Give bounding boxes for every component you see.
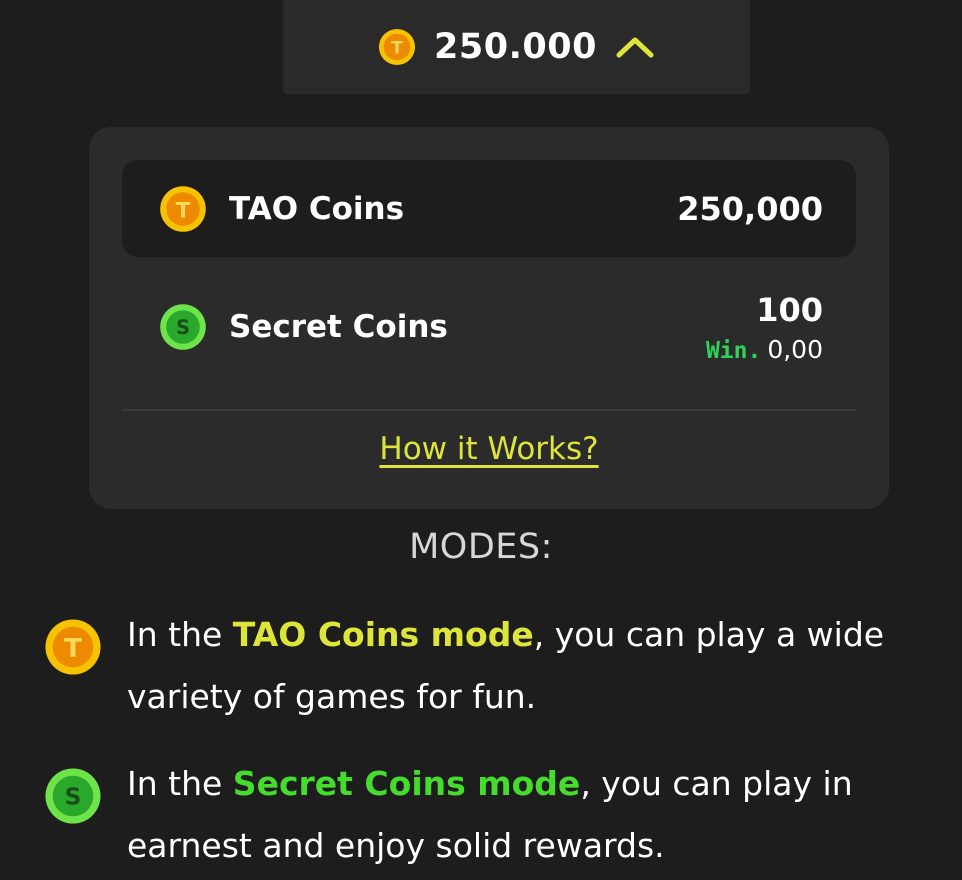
win-label: Win. bbox=[705, 337, 762, 364]
mode-description-tao: T In the TAO Coins mode, you can play a … bbox=[44, 614, 934, 728]
svg-text:T: T bbox=[64, 634, 82, 664]
mode-secret-prefix: In the bbox=[127, 764, 233, 803]
secret-coins-label: Secret Coins bbox=[229, 309, 448, 345]
tao-coin-icon: T bbox=[44, 618, 102, 676]
mode-tao-highlight: TAO Coins mode bbox=[232, 615, 534, 654]
mode-text-secret: In the Secret Coins mode, you can play i… bbox=[127, 753, 934, 877]
mode-tao-prefix: In the bbox=[127, 615, 233, 654]
secret-coins-value: 100 bbox=[756, 290, 823, 329]
secret-coin-icon: S bbox=[44, 767, 102, 825]
chevron-up-icon bbox=[615, 35, 655, 59]
divider bbox=[122, 409, 856, 411]
tao-coin-icon: T bbox=[378, 28, 416, 66]
secret-coins-values: 100 Win. 0,00 bbox=[706, 291, 823, 364]
svg-text:T: T bbox=[176, 198, 191, 223]
how-it-works-link[interactable]: How it Works? bbox=[89, 431, 889, 467]
wallet-panel: T TAO Coins 250,000 S Secret Coins 100 W… bbox=[89, 127, 889, 509]
balance-amount: 250.000 bbox=[434, 27, 597, 67]
svg-text:S: S bbox=[176, 316, 190, 339]
wallet-row-secret-coins[interactable]: S Secret Coins 100 Win. 0,00 bbox=[122, 267, 856, 387]
wallet-dropdown-screen: T 250.000 T TAO Coins 250,000 S Secret C… bbox=[0, 0, 962, 880]
svg-text:T: T bbox=[391, 39, 403, 59]
tao-coins-value: 250,000 bbox=[677, 189, 823, 228]
mode-secret-highlight: Secret Coins mode bbox=[232, 764, 581, 803]
secret-coins-win: Win. 0,00 bbox=[706, 335, 823, 364]
tao-coin-icon: T bbox=[159, 185, 207, 233]
win-value: 0,00 bbox=[767, 334, 823, 364]
wallet-row-tao-coins[interactable]: T TAO Coins 250,000 bbox=[122, 160, 856, 257]
modes-title: MODES: bbox=[409, 527, 553, 567]
svg-text:S: S bbox=[65, 784, 82, 811]
secret-coin-icon: S bbox=[159, 303, 207, 351]
tao-coins-label: TAO Coins bbox=[229, 190, 405, 227]
mode-description-secret: S In the Secret Coins mode, you can play… bbox=[44, 763, 934, 877]
mode-text-tao: In the TAO Coins mode, you can play a wi… bbox=[127, 604, 934, 728]
balance-toggle-button[interactable]: T 250.000 bbox=[283, 0, 750, 94]
